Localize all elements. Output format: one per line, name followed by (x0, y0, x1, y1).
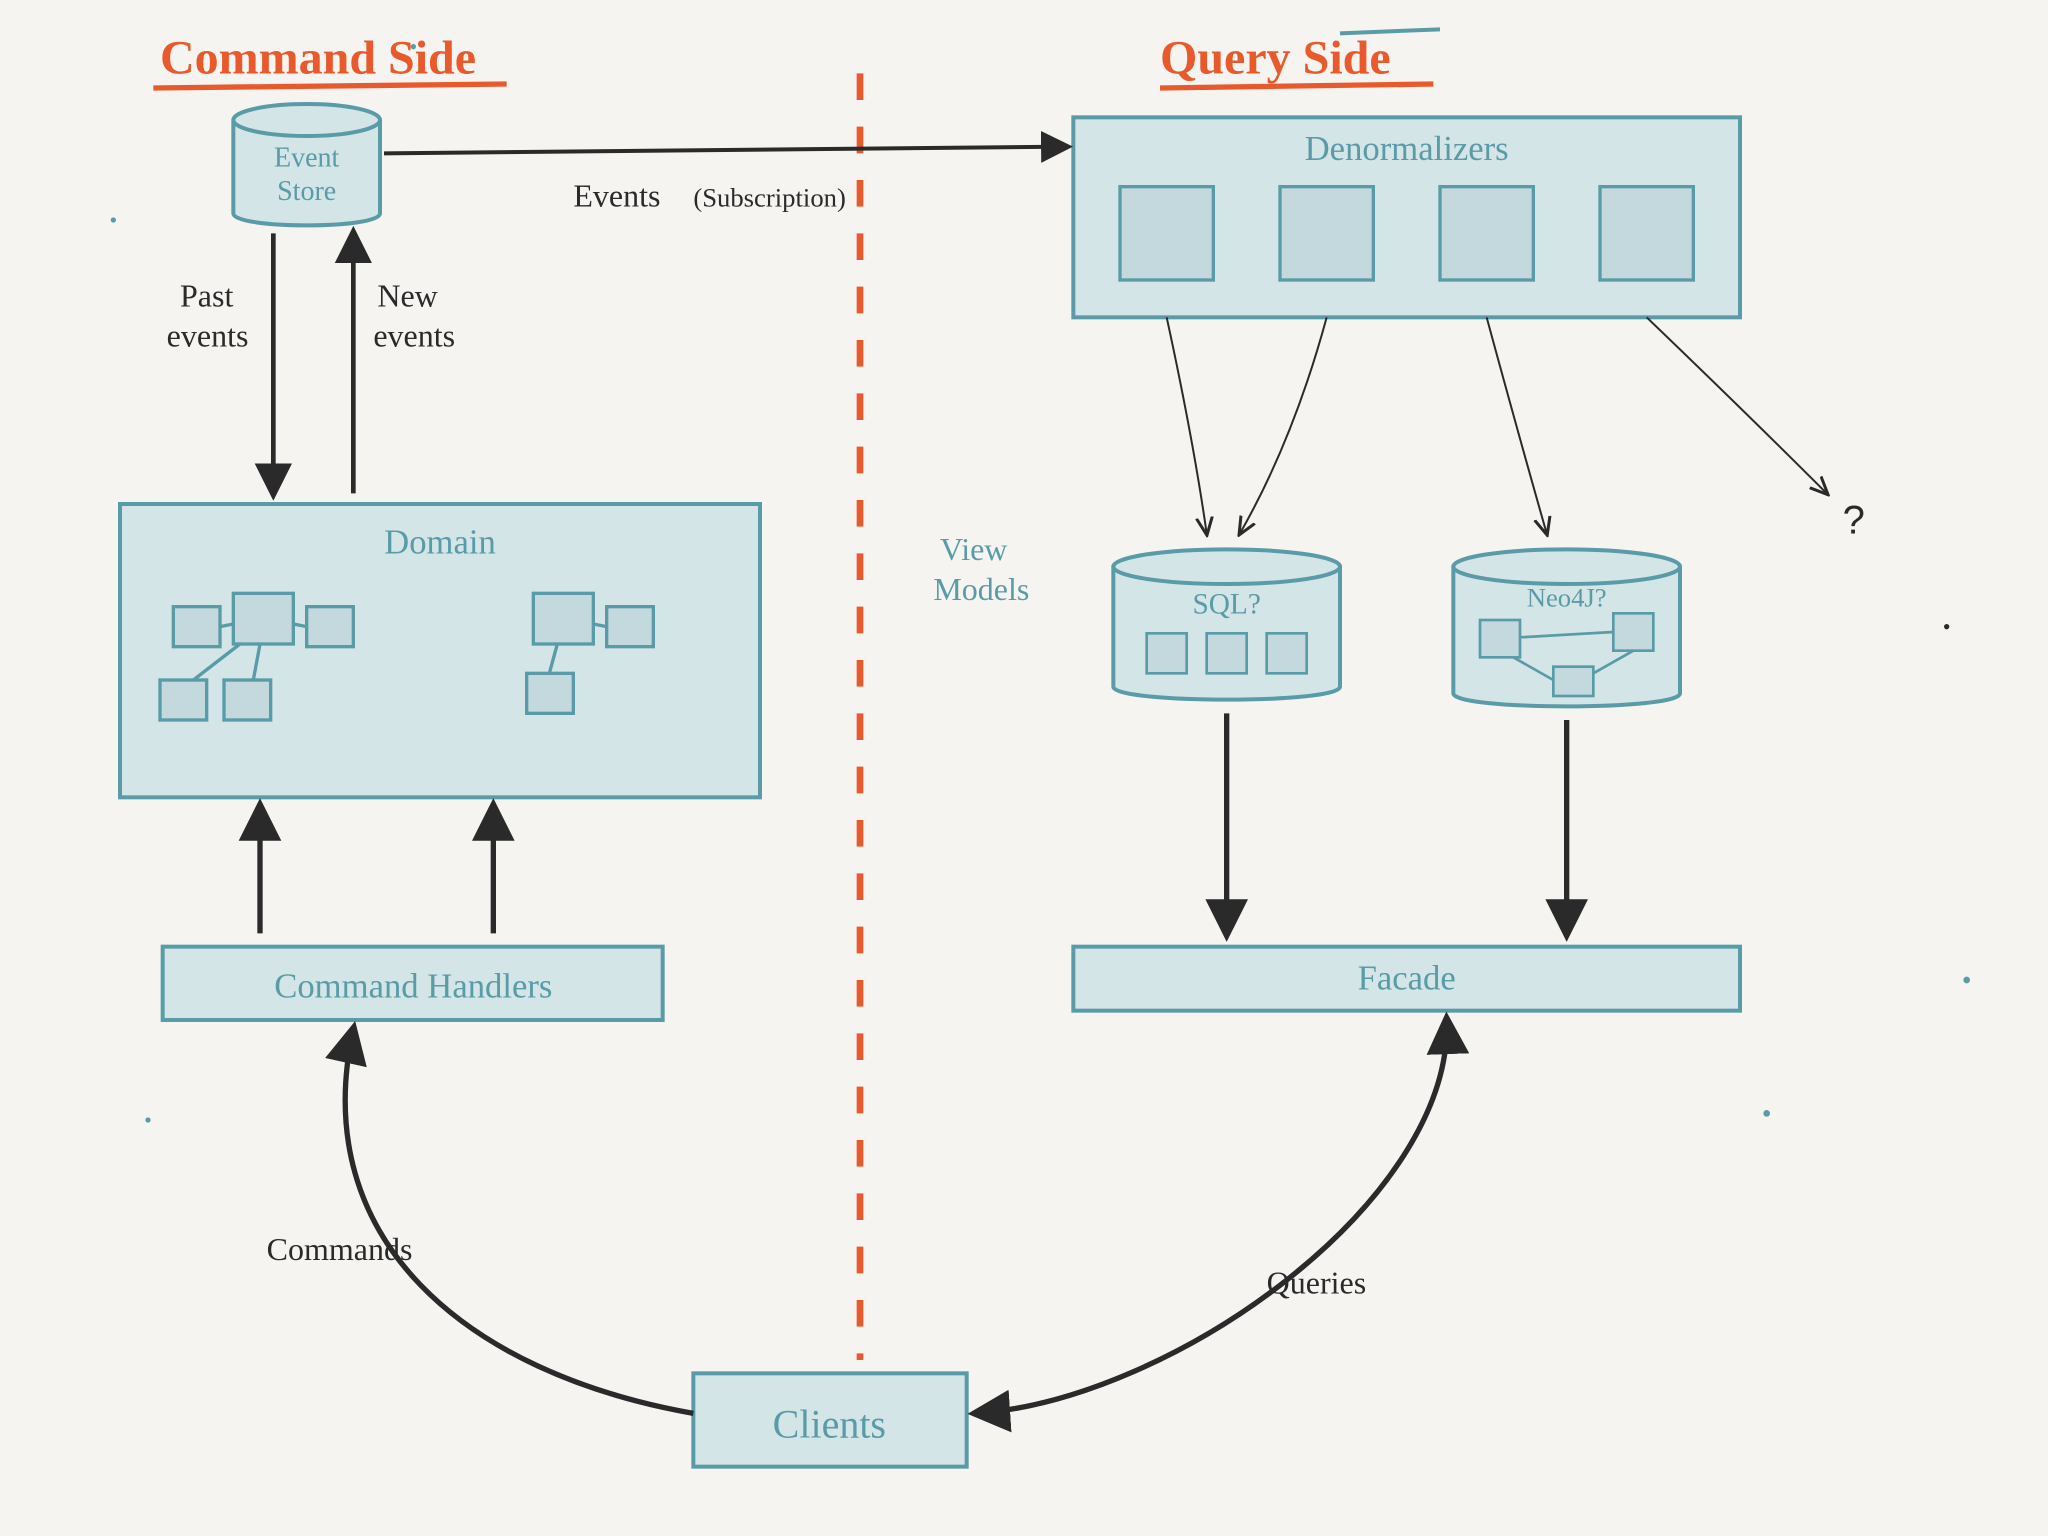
speck (1963, 977, 1970, 984)
speck (411, 44, 416, 49)
clients-label: Clients (773, 1401, 886, 1446)
label-past-1: Past (180, 278, 233, 314)
label-commands: Commands (267, 1231, 413, 1267)
neo4j-label: Neo4J? (1527, 583, 1607, 613)
denorm-item-1 (1120, 187, 1213, 280)
label-subscription: (Subscription) (693, 183, 846, 213)
label-qmark: ? (1843, 498, 1865, 542)
speck (111, 217, 116, 222)
label-new-2: events (373, 318, 455, 354)
label-new-1: New (377, 278, 437, 314)
sql-db: SQL? (1113, 549, 1340, 699)
domain-label: Domain (384, 523, 496, 561)
event-store-label-2: Store (277, 176, 336, 207)
denorm-item-2 (1280, 187, 1373, 280)
title-query-side: Query Side (1160, 31, 1391, 84)
denormalizers-label: Denormalizers (1305, 130, 1509, 168)
event-store-label-1: Event (274, 143, 340, 174)
speck (1763, 1110, 1770, 1117)
speck (145, 1117, 150, 1122)
speck (1944, 624, 1949, 629)
denormalizers-box: Denormalizers (1073, 117, 1740, 317)
command-handlers-label: Command Handlers (274, 967, 552, 1005)
label-view-1: View (940, 531, 1007, 567)
label-events: Events (573, 178, 660, 214)
label-view-2: Models (933, 571, 1029, 607)
facade-label: Facade (1358, 959, 1456, 997)
denorm-item-4 (1600, 187, 1693, 280)
title-command-side: Command Side (160, 31, 476, 84)
denorm-item-3 (1440, 187, 1533, 280)
domain-box: Domain (120, 504, 760, 797)
label-queries: Queries (1267, 1264, 1367, 1300)
event-store-db: Event Store (233, 104, 380, 225)
neo4j-db: Neo4J? (1453, 549, 1680, 706)
label-past-2: events (167, 318, 249, 354)
sql-label: SQL? (1192, 588, 1260, 620)
